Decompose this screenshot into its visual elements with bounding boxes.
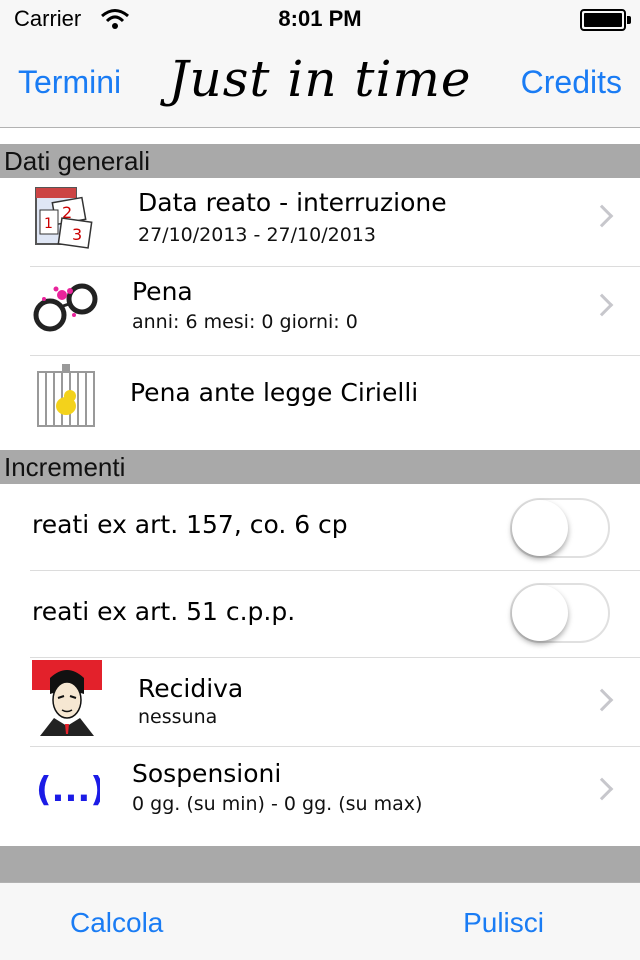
bottom-toolbar: Calcola Pulisci (0, 882, 640, 960)
row-title: Data reato - interruzione (138, 188, 447, 217)
toggle-knob (512, 500, 568, 556)
toggle-knob (512, 585, 568, 641)
table-footer-band (0, 846, 640, 882)
row-sospensioni[interactable]: (...) Sospensioni 0 gg. (su min) - 0 gg.… (0, 747, 640, 846)
pulisci-button[interactable]: Pulisci (463, 907, 544, 939)
row-pena-ante-cirielli[interactable]: Pena ante legge Cirielli (0, 356, 640, 450)
birdcage-icon (37, 364, 95, 427)
row-title: Pena (132, 277, 193, 306)
calcola-button[interactable]: Calcola (70, 907, 163, 939)
row-title: Recidiva (138, 674, 244, 703)
ellipsis-icon: (...) (36, 770, 100, 810)
row-title: reati ex art. 51 c.p.p. (32, 597, 296, 626)
row-subtitle: 0 gg. (su min) - 0 gg. (su max) (132, 793, 423, 815)
row-subtitle: nessuna (138, 706, 218, 728)
art-157-toggle[interactable] (510, 498, 610, 558)
section-header-increments: Incrementi (0, 450, 640, 484)
row-art-51: reati ex art. 51 c.p.p. (0, 571, 640, 657)
handcuffs-icon (33, 283, 98, 332)
svg-text:1: 1 (44, 216, 53, 232)
row-data-reato[interactable]: 2 3 1 Data reato - interruzione 27/10/20… (0, 178, 640, 266)
section-title: Dati generali (4, 146, 150, 176)
row-title: reati ex art. 157, co. 6 cp (32, 510, 348, 539)
chevron-right-icon (590, 688, 614, 712)
section-header-general: Dati generali (0, 144, 640, 178)
navigation-bar: Termini Just in time Credits (0, 40, 640, 128)
chevron-right-icon (590, 293, 614, 317)
battery-icon (580, 9, 626, 31)
status-bar: Carrier 8:01 PM (0, 0, 640, 40)
row-recidiva[interactable]: Recidiva nessuna (0, 658, 640, 746)
row-art-157: reati ex art. 157, co. 6 cp (0, 484, 640, 570)
svg-text:(...): (...) (36, 770, 100, 810)
section-title: Incrementi (4, 452, 126, 482)
clock: 8:01 PM (278, 6, 362, 31)
row-title: Pena ante legge Cirielli (130, 378, 419, 407)
row-pena[interactable]: Pena anni: 6 mesi: 0 giorni: 0 (0, 267, 640, 355)
chevron-right-icon (590, 777, 614, 801)
avatar-icon (32, 660, 102, 736)
row-title: Sospensioni (132, 759, 282, 788)
credits-button[interactable]: Credits (521, 64, 622, 101)
battery-tip (627, 16, 631, 24)
svg-text:3: 3 (72, 225, 82, 244)
row-subtitle: anni: 6 mesi: 0 giorni: 0 (132, 311, 358, 333)
art-51-toggle[interactable] (510, 583, 610, 643)
row-subtitle: 27/10/2013 - 27/10/2013 (138, 224, 376, 246)
calendar-icon: 2 3 1 (35, 187, 93, 249)
chevron-right-icon (590, 204, 614, 228)
